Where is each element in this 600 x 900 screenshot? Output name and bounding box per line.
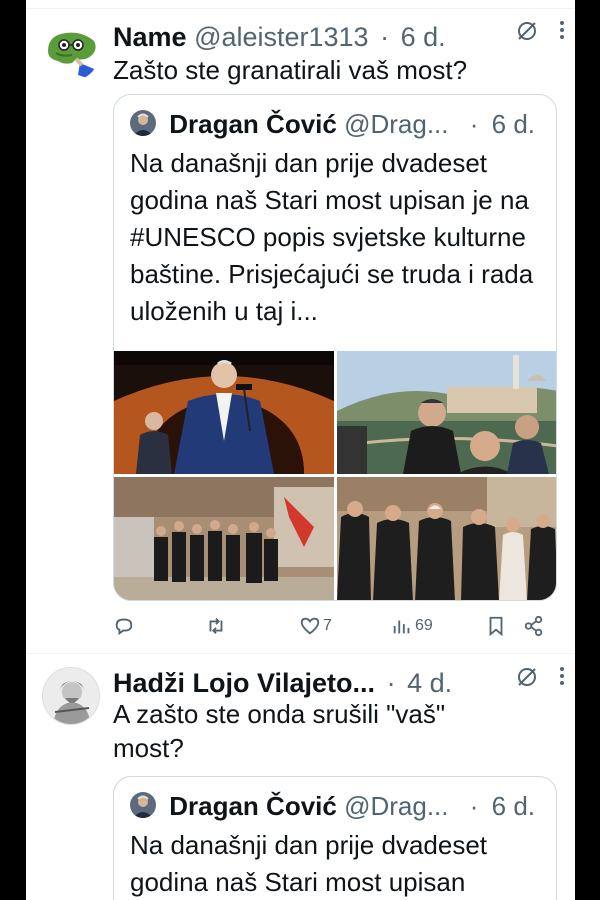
- retweet-button[interactable]: [205, 612, 229, 640]
- quote-separator-dot: ·: [469, 791, 479, 821]
- quote-text: Na današnji dan prije dvadeset godina na…: [130, 830, 488, 897]
- tweet-reply-2[interactable]: Hadži Lojo Vilajeto... · 4 d. A zašto st…: [26, 655, 575, 900]
- bookmark-icon: [489, 616, 503, 637]
- display-name[interactable]: Name: [113, 22, 187, 52]
- tweet-reply-1[interactable]: Name @aleister1313 · 6 d. Zašto ste gran…: [26, 9, 575, 654]
- quote-timestamp[interactable]: 6 d.: [492, 791, 535, 821]
- heart-icon: [300, 617, 320, 635]
- tweet-text: Zašto ste granatirali vaš most?: [113, 55, 468, 85]
- quote-avatar: [130, 110, 156, 137]
- bookmark-button[interactable]: [485, 612, 507, 640]
- right-black-edge: [575, 0, 600, 900]
- tweet-header: Name @aleister1313 · 6 d.: [113, 17, 565, 57]
- quote-display-name[interactable]: Dragan Čović: [169, 791, 337, 821]
- photo-speaker-at-bridge[interactable]: [114, 351, 334, 474]
- quote-header: Dragan Čović @Drag... · 6 d.: [130, 107, 546, 143]
- like-count: 7: [323, 617, 332, 634]
- quote-separator-dot: ·: [469, 109, 479, 139]
- quote-display-name[interactable]: Dragan Čović: [169, 109, 337, 139]
- retweet-icon: [209, 618, 223, 634]
- quote-header: Dragan Čović @Drag... · 6 d.: [130, 789, 546, 825]
- tweet-text: A zašto ste onda srušili "vaš" most?: [113, 699, 446, 763]
- timeline-frame: Name @aleister1313 · 6 d. Zašto ste gran…: [26, 0, 575, 900]
- timestamp[interactable]: 6 d.: [401, 22, 446, 52]
- quote-avatar: [130, 792, 156, 819]
- reply-icon: [115, 618, 133, 636]
- photo-delegation-walking[interactable]: [337, 477, 556, 600]
- more-vertical-icon[interactable]: [557, 663, 567, 689]
- views-button[interactable]: 69: [391, 612, 433, 640]
- share-icon: [524, 615, 543, 637]
- quote-handle[interactable]: @Drag...: [344, 791, 448, 821]
- photo-men-at-riverside[interactable]: [337, 351, 556, 474]
- quoted-tweet[interactable]: Dragan Čović @Drag... · 6 d. Na današnji…: [113, 776, 557, 900]
- quote-text: Na današnji dan prije dvadeset godina na…: [130, 148, 534, 326]
- grok-slash-icon[interactable]: [515, 19, 539, 43]
- more-vertical-icon[interactable]: [557, 17, 567, 43]
- like-button[interactable]: 7: [299, 612, 332, 640]
- display-name[interactable]: Hadži Lojo Vilajeto...: [113, 668, 375, 698]
- user-handle[interactable]: @aleister1313: [194, 22, 369, 52]
- grok-slash-icon[interactable]: [515, 665, 539, 689]
- tweet-actions: 7 69: [113, 612, 563, 640]
- views-bar-icon: [393, 620, 410, 634]
- quote-timestamp[interactable]: 6 d.: [492, 109, 535, 139]
- quoted-tweet[interactable]: Dragan Čović @Drag... · 6 d. Na današnji…: [113, 94, 557, 601]
- separator-dot: ·: [380, 22, 390, 52]
- reply-button[interactable]: [113, 612, 137, 640]
- separator-dot: ·: [386, 668, 396, 698]
- photo-group-at-ruins[interactable]: [114, 477, 334, 600]
- quote-media-grid: [114, 351, 556, 600]
- left-black-edge: [0, 0, 26, 900]
- timestamp[interactable]: 4 d.: [407, 668, 452, 698]
- views-count: 69: [415, 617, 433, 634]
- share-button[interactable]: [523, 612, 545, 640]
- quote-handle[interactable]: @Drag...: [344, 109, 448, 139]
- avatar[interactable]: [42, 667, 100, 725]
- avatar[interactable]: [42, 23, 100, 81]
